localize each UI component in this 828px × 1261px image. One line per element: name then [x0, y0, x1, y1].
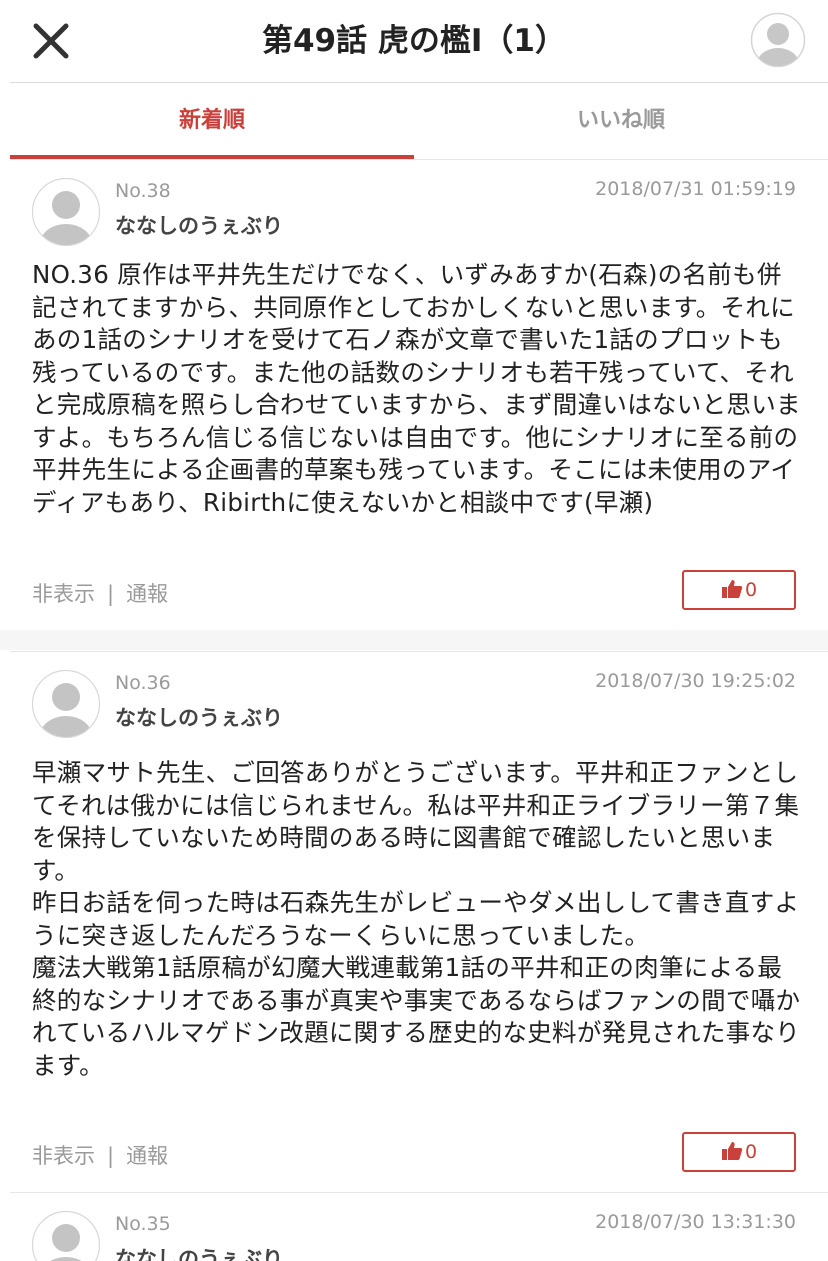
- comment-author: ななしのうぇぶり: [115, 702, 283, 732]
- tab-newest[interactable]: 新着順: [10, 83, 414, 159]
- comment-body: NO.36 原作は平井先生だけでなく、いずみあすか(石森)の名前も併記されてます…: [32, 259, 802, 519]
- avatar-icon: [32, 1211, 100, 1261]
- divider: [0, 630, 828, 650]
- like-button[interactable]: 0: [682, 570, 796, 610]
- comment-number: No.38: [115, 180, 171, 202]
- divider: |: [107, 1144, 114, 1168]
- comment-author: ななしのうぇぶり: [115, 210, 283, 240]
- close-icon[interactable]: [32, 22, 70, 60]
- comment-number: No.35: [115, 1213, 171, 1235]
- comment-item: No.38 ななしのうぇぶり 2018/07/31 01:59:19 NO.36…: [10, 159, 828, 630]
- comment-item: No.36 ななしのうぇぶり 2018/07/30 19:25:02 早瀬マサト…: [10, 651, 828, 1192]
- avatar-icon: [32, 178, 100, 246]
- like-button[interactable]: 0: [682, 1132, 796, 1172]
- like-count: 0: [745, 1141, 757, 1163]
- comment-author: ななしのうぇぶり: [115, 1243, 283, 1261]
- hide-link[interactable]: 非表示: [32, 1144, 95, 1168]
- sort-tabs: 新着順 いいね順: [10, 82, 828, 160]
- page-title: 第49話 虎の檻Ⅰ（1）: [150, 18, 678, 64]
- comment-date: 2018/07/30 13:31:30: [595, 1211, 796, 1233]
- thumbs-up-icon: [721, 579, 743, 599]
- thumbs-up-icon: [721, 1141, 743, 1161]
- comment-date: 2018/07/30 19:25:02: [595, 670, 796, 692]
- comment-actions: 非表示 | 通報: [32, 578, 168, 608]
- report-link[interactable]: 通報: [126, 582, 168, 606]
- avatar-icon: [32, 670, 100, 738]
- like-count: 0: [745, 579, 757, 601]
- tab-most-liked[interactable]: いいね順: [414, 83, 828, 159]
- comment-actions: 非表示 | 通報: [32, 1140, 168, 1170]
- comment-number: No.36: [115, 672, 171, 694]
- divider: |: [107, 582, 114, 606]
- comment-item: No.35 ななしのうぇぶり 2018/07/30 13:31:30: [10, 1192, 828, 1261]
- comment-date: 2018/07/31 01:59:19: [595, 178, 796, 200]
- comment-body: 早瀬マサト先生、ご回答ありがとうございます。平井和正ファンとしてそれは俄かには信…: [32, 757, 802, 1082]
- hide-link[interactable]: 非表示: [32, 582, 95, 606]
- user-avatar-icon[interactable]: [750, 12, 806, 68]
- report-link[interactable]: 通報: [126, 1144, 168, 1168]
- header-bar: 第49話 虎の檻Ⅰ（1）: [0, 0, 828, 82]
